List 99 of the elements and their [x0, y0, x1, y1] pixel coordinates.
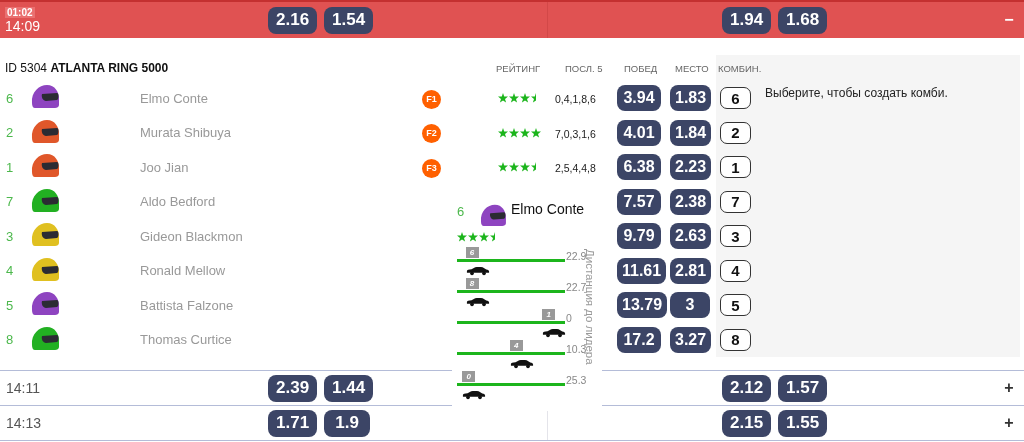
star-icon [520, 127, 530, 138]
favorite-badge: F1 [422, 89, 441, 109]
win-odds-button[interactable]: 6.38 [617, 154, 661, 181]
star-icon [479, 232, 489, 242]
combo-toggle[interactable]: 5 [720, 294, 751, 317]
star-icon [457, 232, 467, 242]
favorite-badge: F3 [422, 158, 441, 178]
odds-button[interactable]: 1.54 [324, 6, 374, 34]
odds-button[interactable]: 2.39 [268, 374, 318, 402]
runner-name: Gideon Blackmon [140, 228, 244, 244]
runner-name: Joo Jian [140, 159, 190, 175]
toggle-button[interactable]: + [994, 379, 1024, 397]
odds-button[interactable]: 2.16 [268, 6, 318, 34]
combo-toggle[interactable]: 2 [720, 121, 751, 144]
odds-button[interactable]: 1.71 [268, 409, 318, 437]
star-icon [509, 127, 519, 138]
runner-number: 2 [5, 125, 15, 141]
place-odds-button[interactable]: 2.63 [670, 223, 712, 250]
win-odds-button[interactable]: 7.57 [617, 188, 661, 215]
half-star-icon [490, 232, 495, 242]
place-odds-button[interactable]: 2.81 [670, 257, 712, 284]
race-header-bar[interactable]: 01:02 14:09 2.16 1.54 1.94 1.68 − [0, 0, 1024, 38]
combo-toggle[interactable]: 3 [720, 225, 751, 248]
runner-name: Ronald Mellow [140, 263, 227, 279]
position-tag: 0 [462, 371, 476, 382]
column-header: РЕЙТИНГ [495, 62, 542, 74]
runner-name: Elmo Conte [511, 201, 585, 217]
runner-number: 7 [5, 194, 15, 210]
toggle-button[interactable]: − [994, 11, 1024, 29]
race-time: 14:11 [5, 380, 40, 396]
star-icon [531, 127, 541, 138]
odds-button[interactable]: 1.44 [324, 374, 374, 402]
last-five-results: 2,5,4,4,8 [554, 162, 596, 175]
win-odds-button[interactable]: 9.79 [617, 223, 661, 250]
runner-name: Elmo Conte [140, 90, 209, 106]
place-odds-button[interactable]: 2.23 [670, 154, 712, 181]
odds-button[interactable]: 1.57 [778, 374, 828, 402]
star-icon [498, 127, 508, 138]
star-icon [468, 232, 478, 242]
win-odds-button[interactable]: 17.2 [617, 326, 661, 353]
win-odds-button[interactable]: 13.79 [617, 292, 668, 319]
column-header: ПОБЕД [623, 62, 659, 74]
runner-number: 3 [5, 228, 15, 244]
win-odds-button[interactable]: 11.61 [617, 257, 667, 284]
odds-button[interactable]: 1.68 [778, 6, 828, 34]
star-icon [498, 93, 508, 104]
runner-name: Murata Shibuya [140, 125, 233, 141]
star-icon [520, 162, 530, 173]
combo-hint: Выберите, чтобы создать комби. [765, 85, 948, 100]
runner-number: 5 [5, 297, 15, 313]
runner-name: Thomas Curtice [140, 332, 233, 348]
countdown-badge: 01:02 [5, 6, 35, 18]
combo-toggle[interactable]: 7 [720, 190, 751, 213]
win-odds-button[interactable]: 3.94 [617, 85, 661, 112]
combo-toggle[interactable]: 8 [720, 328, 751, 351]
race-title: ID 5304 ATLANTA RING 5000 [4, 61, 170, 75]
runner-name: Aldo Bedford [140, 194, 217, 210]
combo-toggle[interactable]: 6 [720, 87, 751, 110]
odds-button[interactable]: 2.12 [722, 374, 772, 402]
column-header: МЕСТО [674, 62, 710, 74]
position-tag: 6 [465, 247, 479, 258]
favorite-badge: F2 [422, 124, 441, 144]
combo-toggle[interactable]: 4 [720, 259, 751, 282]
runner-number: 6 [5, 90, 15, 106]
runner-number: 1 [5, 159, 15, 175]
position-tag: 8 [465, 278, 479, 289]
runner-number: 6 [457, 203, 466, 219]
odds-button[interactable]: 1.55 [778, 409, 828, 437]
star-icon [498, 162, 508, 173]
race-time: 14:13 [5, 415, 42, 431]
place-odds-button[interactable]: 3.27 [670, 326, 712, 353]
place-odds-button[interactable]: 1.83 [670, 85, 712, 112]
place-odds-button[interactable]: 3 [670, 292, 710, 319]
odds-button[interactable]: 1.94 [722, 6, 772, 34]
last-five-results: 7,0,3,1,6 [554, 127, 596, 140]
odds-button[interactable]: 2.15 [722, 409, 772, 437]
toggle-button[interactable]: + [994, 414, 1024, 432]
runner-number: 8 [5, 332, 15, 348]
star-icon [509, 93, 519, 104]
position-tag: 4 [509, 340, 523, 351]
race-time: 14:09 [5, 17, 41, 34]
gap-value: 22.9 [566, 250, 587, 262]
place-odds-button[interactable]: 1.84 [670, 119, 712, 146]
last-five-results: 0,4,1,8,6 [554, 93, 596, 106]
runner-name: Battista Falzone [140, 297, 235, 313]
column-header: ПОСЛ. 5 [564, 62, 604, 74]
position-tag: 1 [542, 309, 556, 320]
odds-button[interactable]: 1.9 [324, 409, 371, 437]
column-header: КОМБИН. [718, 62, 762, 74]
runner-number: 4 [5, 263, 15, 279]
combo-toggle[interactable]: 1 [720, 156, 751, 179]
half-star-icon [531, 162, 536, 173]
star-icon [509, 162, 519, 173]
place-odds-button[interactable]: 2.38 [670, 188, 712, 215]
win-odds-button[interactable]: 4.01 [617, 119, 661, 146]
gap-value: 0 [566, 312, 572, 324]
star-icon [520, 93, 530, 104]
half-star-icon [531, 93, 536, 104]
gap-value: 25.3 [566, 374, 587, 386]
